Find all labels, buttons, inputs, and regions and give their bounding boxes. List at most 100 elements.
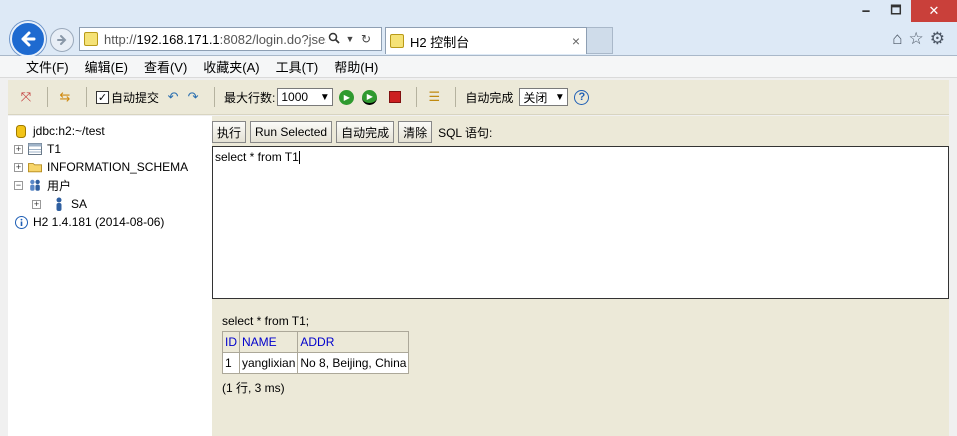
result-query: select * from T1; [222, 314, 310, 328]
tree-item-users[interactable]: − 用户 [14, 176, 71, 194]
folder-icon [28, 160, 42, 174]
browser-right-icons: ⌂ ☆ ⚙ [892, 29, 945, 49]
user-icon [52, 197, 66, 211]
menu-file[interactable]: 文件(F) [18, 57, 77, 76]
forward-arrow-icon [57, 35, 67, 45]
collapse-icon[interactable]: − [14, 180, 23, 190]
sql-text: select * from T1 [215, 150, 299, 164]
browser-chrome: 🗕 🗖 ✕ http://192.168.171.1:8082/login.do… [0, 0, 957, 57]
column-header-id[interactable]: ID [222, 331, 240, 353]
toolbar-separator [47, 87, 48, 107]
autocomplete-value: 关闭 [523, 90, 548, 105]
menu-view[interactable]: 查看(V) [136, 57, 195, 76]
tree-item-label: 用户 [47, 178, 72, 193]
tab-title: H2 控制台 [410, 34, 470, 50]
results-area: select * from T1; ID NAME ADDR 1 yanglix… [222, 314, 410, 396]
menu-bar: 文件(F) 编辑(E) 查看(V) 收藏夹(A) 工具(T) 帮助(H) [0, 56, 957, 78]
autocommit-label: 自动提交 [111, 90, 160, 105]
menu-tools[interactable]: 工具(T) [268, 57, 327, 76]
page-icon [84, 32, 98, 46]
run-icon[interactable]: ▶ [339, 89, 355, 105]
stop-icon[interactable] [389, 91, 402, 103]
result-table: ID NAME ADDR 1 yanglixian No 8, Beijing,… [222, 331, 410, 374]
h2-toolbar: ⤧ ⇆ ✓ 自动提交 ↶ ↷ 最大行数: 1000 ▼ ▶ ▶ ☰ 自动完成 关… [8, 80, 949, 115]
tree-version: H2 1.4.181 (2014-08-06) [14, 213, 164, 231]
dropdown-arrow-icon[interactable]: ▼ [342, 34, 358, 44]
column-header-addr[interactable]: ADDR [297, 331, 410, 353]
minimize-button[interactable]: 🗕 [851, 0, 881, 22]
max-rows-select[interactable]: 1000 ▼ [277, 88, 334, 106]
query-button-row: 执行 Run Selected 自动完成 清除 SQL 语句: [212, 120, 492, 144]
address-rest: :8082/login.do?jses [219, 31, 326, 47]
address-text[interactable]: http://192.168.171.1:8082/login.do?jses [104, 32, 326, 47]
menu-favorites[interactable]: 收藏夹(A) [195, 57, 267, 76]
info-icon [14, 215, 28, 229]
database-icon [14, 124, 28, 138]
maximize-button[interactable]: 🗖 [881, 0, 911, 22]
rollback-icon[interactable]: ↶ [165, 89, 181, 105]
history-icon[interactable]: ☰ [426, 89, 442, 105]
commit-icon[interactable]: ↷ [185, 89, 201, 105]
result-header-row: ID NAME ADDR [222, 331, 410, 353]
close-tab-icon[interactable]: × [566, 33, 586, 49]
address-prefix: http:// [104, 31, 137, 47]
column-header-name[interactable]: NAME [238, 331, 299, 353]
address-bar[interactable]: http://192.168.171.1:8082/login.do?jses … [79, 27, 382, 51]
tree-item-information-schema[interactable]: + INFORMATION_SCHEMA [14, 158, 188, 176]
menu-edit[interactable]: 编辑(E) [77, 57, 136, 76]
refresh-icon[interactable]: ↻ [358, 32, 374, 46]
expand-icon[interactable]: + [14, 162, 23, 172]
run-selected-button[interactable]: Run Selected [250, 121, 333, 143]
forward-button[interactable] [50, 28, 74, 52]
tree-item-t1[interactable]: + T1 [14, 140, 61, 158]
toolbar-separator [214, 87, 216, 107]
text-caret [298, 151, 300, 165]
expand-icon[interactable]: + [14, 144, 23, 154]
toolbar-separator [455, 87, 457, 107]
connection-label: jdbc:h2:~/test [33, 124, 105, 138]
chevron-down-icon: ▼ [554, 91, 565, 103]
tree-item-label: T1 [47, 142, 62, 156]
home-icon[interactable]: ⌂ [892, 29, 902, 49]
execute-button[interactable]: 执行 [212, 121, 247, 143]
autocomplete-select[interactable]: 关闭 ▼ [519, 88, 569, 106]
back-arrow-icon [21, 31, 36, 47]
browser-tab[interactable]: H2 控制台 × [385, 27, 587, 54]
max-rows-label: 最大行数: [224, 90, 276, 105]
chevron-down-icon: ▼ [319, 91, 330, 103]
table-row: 1 yanglixian No 8, Beijing, China [222, 352, 410, 374]
autocomplete-label: 自动完成 [465, 90, 514, 105]
new-tab-button[interactable] [587, 27, 613, 54]
back-button[interactable] [10, 21, 46, 57]
help-icon[interactable]: ? [574, 89, 590, 105]
favorites-star-icon[interactable]: ☆ [909, 29, 924, 49]
window-controls: 🗕 🗖 ✕ [851, 0, 957, 22]
tree-item-sa[interactable]: + SA [32, 195, 87, 213]
autocomplete-button[interactable]: 自动完成 [336, 121, 395, 143]
menu-help[interactable]: 帮助(H) [326, 57, 386, 76]
table-icon [28, 142, 42, 156]
users-icon [28, 178, 42, 192]
cell-id: 1 [222, 352, 240, 374]
sql-statement-label: SQL 语句: [438, 125, 493, 140]
tree-item-label: SA [71, 197, 88, 211]
search-icon[interactable] [326, 32, 342, 47]
version-label: H2 1.4.181 (2014-08-06) [33, 215, 165, 229]
clear-button[interactable]: 清除 [398, 121, 433, 143]
cell-name: yanglixian [238, 352, 299, 374]
sql-editor[interactable]: select * from T1 [212, 146, 949, 299]
autocommit-checkbox[interactable]: ✓ [96, 90, 109, 104]
close-window-button[interactable]: ✕ [911, 0, 957, 22]
address-host: 192.168.171.1 [136, 31, 220, 47]
expand-icon[interactable]: + [32, 199, 41, 209]
disconnect-icon[interactable]: ⤧ [18, 89, 34, 105]
run-selected-icon[interactable]: ▶ [362, 89, 378, 105]
tree-connection[interactable]: jdbc:h2:~/test [14, 122, 105, 140]
query-pane: 执行 Run Selected 自动完成 清除 SQL 语句: select *… [212, 116, 949, 436]
settings-gear-icon[interactable]: ⚙ [930, 29, 945, 49]
tab-page-icon [390, 34, 404, 48]
result-status: (1 行, 3 ms) [222, 381, 285, 395]
refresh-tree-icon[interactable]: ⇆ [57, 89, 73, 105]
max-rows-value: 1000 [281, 90, 309, 104]
cell-addr: No 8, Beijing, China [297, 352, 410, 374]
